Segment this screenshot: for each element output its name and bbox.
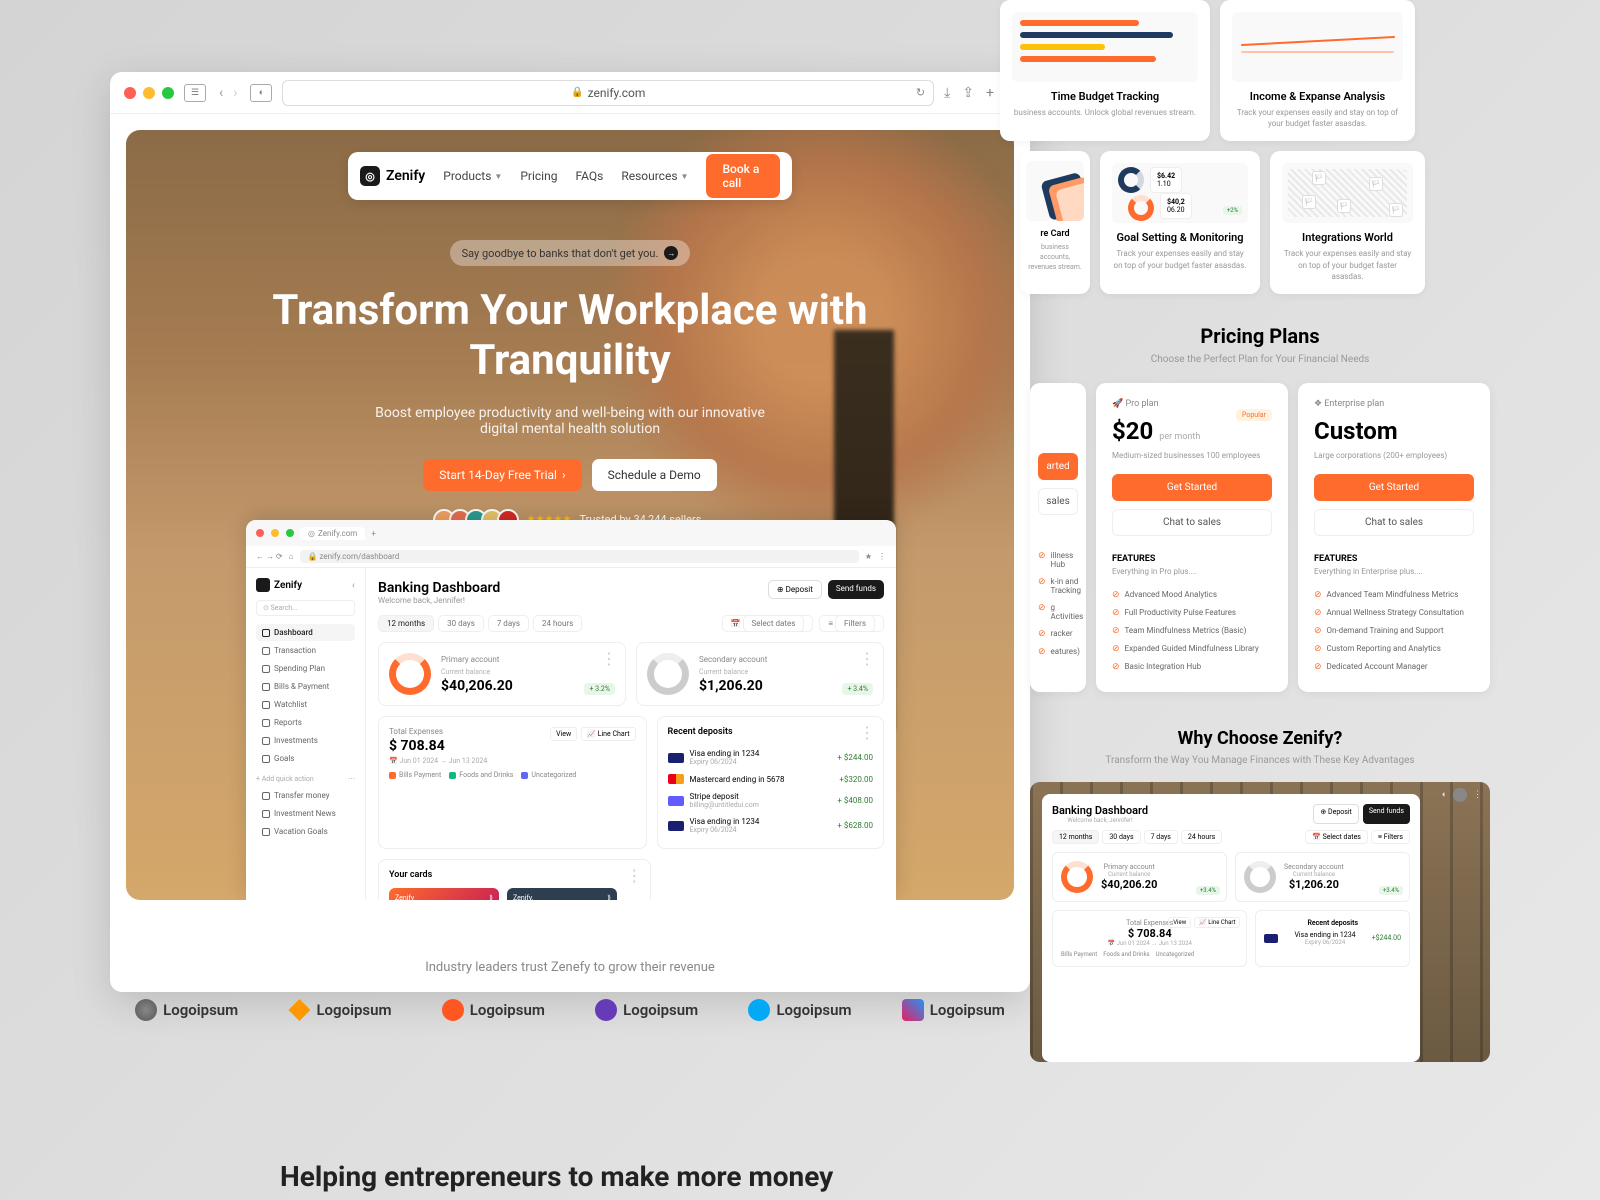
forward-icon: › [230, 85, 240, 101]
nav-faqs[interactable]: FAQs [575, 169, 603, 183]
sidebar-goals[interactable]: Goals [256, 750, 355, 767]
sidebar-bills[interactable]: Bills & Payment [256, 678, 355, 695]
shield-icon[interactable]: ◐ [250, 84, 272, 102]
pricing-title: Pricing Plans [1030, 324, 1490, 348]
browser-tab[interactable]: ◎ Zenify.com [300, 527, 365, 540]
download-icon[interactable]: ⤓ [944, 85, 950, 101]
inner-url[interactable]: 🔒 zenify.com/dashboard [300, 550, 859, 563]
expenses-card: Total Expenses $ 708.84 📅 Jun 01 2024 → … [378, 716, 647, 849]
get-started-button[interactable]: Get Started [1112, 474, 1272, 501]
brand-logo[interactable]: ◎Zenify [360, 166, 425, 186]
chevron-right-icon: › [562, 468, 566, 482]
dashboard-title: Banking Dashboard [378, 580, 500, 596]
partner-logo: Logoipsum [442, 999, 545, 1021]
secondary-account-card: Secondary accountCurrent balance$1,206.2… [636, 642, 884, 706]
quick-vacation[interactable]: Vacation Goals [256, 823, 355, 840]
newtab-icon[interactable]: + [986, 85, 994, 101]
feature-card: Income & Expanse AnalysisTrack your expe… [1220, 0, 1415, 141]
right-column: Time Budget Trackingbusiness accounts. U… [1030, 0, 1490, 1062]
chevron-down-icon: ▼ [494, 172, 502, 181]
logos-section: Industry leaders trust Zenefy to grow th… [110, 960, 1030, 1021]
feature-card: Time Budget Trackingbusiness accounts. U… [1000, 0, 1210, 141]
hero-subtitle: Boost employee productivity and well-bei… [360, 405, 780, 437]
donut-icon [389, 653, 431, 695]
hero-section: ◎Zenify Products▼ Pricing FAQs Resources… [126, 130, 1014, 900]
send-funds-button[interactable]: Send funds [828, 580, 884, 599]
partner-logo: Logoipsum [595, 999, 698, 1021]
url-bar[interactable]: 🔒zenify.com↻ [282, 80, 934, 106]
chat-sales-button[interactable]: Chat to sales [1314, 509, 1474, 536]
quick-transfer[interactable]: Transfer money [256, 787, 355, 804]
sidebar-reports[interactable]: Reports [256, 714, 355, 731]
price-card-pro: 🚀 Pro planPopular $20 per month Medium-s… [1096, 383, 1288, 692]
partner-logo: Logoipsum [748, 999, 851, 1021]
feature-card: re Cardbusiness accounts, revenues strea… [1020, 151, 1090, 294]
feature-card: 🏳️ 🏳️ 🏳️ 🏳️ 🏳️ Integrations WorldTrack y… [1270, 151, 1425, 294]
donut-icon [647, 653, 689, 695]
chat-sales-button[interactable]: Chat to sales [1112, 509, 1272, 536]
share-icon[interactable]: ⇪ [962, 85, 974, 101]
primary-account-card: Primary accountCurrent balance$40,206.20… [378, 642, 626, 706]
nav-resources[interactable]: Resources▼ [621, 169, 688, 183]
pricing-section: Pricing Plans Choose the Perfect Plan fo… [1030, 324, 1490, 692]
reload-icon: ↻ [916, 86, 925, 99]
sidebar-spending[interactable]: Spending Plan [256, 660, 355, 677]
top-nav: ◎Zenify Products▼ Pricing FAQs Resources… [348, 152, 792, 200]
get-started-button[interactable]: Get Started [1314, 474, 1474, 501]
tab-30d[interactable]: 30 days [438, 615, 484, 632]
dashboard-mock: ◎ Zenify.com + ← → ⟳⌂ 🔒 zenify.com/dashb… [246, 520, 896, 900]
safari-window: ☰ ‹› ◐ 🔒zenify.com↻ ⤓ ⇪ + ⧉ ◎Zenify Prod… [110, 72, 1030, 992]
nav-products[interactable]: Products▼ [443, 169, 502, 183]
tab-7d[interactable]: 7 days [488, 615, 529, 632]
feature-card: $6.421.10 $40,206.20 +2% Goal Setting & … [1100, 151, 1260, 294]
nav-arrows[interactable]: ‹› [216, 85, 240, 101]
sidebar-watchlist[interactable]: Watchlist [256, 696, 355, 713]
hero-title: Transform Your Workplace withTranquility [126, 286, 1014, 387]
sidebar: Zenify‹ ⊙ Search... Dashboard Transactio… [246, 568, 366, 900]
deposits-card: ⋮ Recent deposits Visa ending in 1234Exp… [657, 716, 884, 849]
nav-pricing[interactable]: Pricing [520, 169, 557, 183]
start-trial-button[interactable]: Start 14-Day Free Trial› [423, 459, 581, 491]
price-card-partial: arted sales illness Hub k-in and Trackin… [1030, 383, 1086, 692]
sidebar-investments[interactable]: Investments [256, 732, 355, 749]
sidebar-icon[interactable]: ☰ [184, 84, 206, 102]
sidebar-dashboard[interactable]: Dashboard [256, 624, 355, 641]
traffic-lights[interactable] [124, 87, 174, 99]
partner-logo: Logoipsum [902, 999, 1005, 1021]
chevron-down-icon: ▼ [681, 172, 689, 181]
partner-logo: Logoipsum [135, 999, 238, 1021]
search-input[interactable]: ⊙ Search... [256, 600, 355, 616]
quick-news[interactable]: Investment News [256, 805, 355, 822]
price-card-enterprise: ❖ Enterprise plan Custom Large corporati… [1298, 383, 1490, 692]
schedule-demo-button[interactable]: Schedule a Demo [592, 459, 717, 491]
browser-toolbar: ☰ ‹› ◐ 🔒zenify.com↻ ⤓ ⇪ + ⧉ [110, 72, 1030, 114]
why-dashboard-mock: Banking DashboardWelcome back, Jennifer!… [1042, 794, 1420, 1062]
tab-12m[interactable]: 12 months [378, 615, 434, 632]
tagline: Helping entrepreneurs to make more money [280, 1160, 833, 1193]
lock-icon: 🔒 [571, 87, 583, 98]
deposit-button[interactable]: ⊕ Deposit [768, 580, 822, 599]
select-dates[interactable]: 📅 Select dates [722, 615, 814, 632]
filters-button[interactable]: ≡ Filters [819, 615, 884, 632]
book-call-button[interactable]: Book a call [706, 154, 780, 198]
why-section: Why Choose Zenify? Transform the Way You… [1030, 728, 1490, 1062]
hero-pill: Say goodbye to banks that don't get you.… [450, 240, 691, 266]
sidebar-transaction[interactable]: Transaction [256, 642, 355, 659]
back-icon: ‹ [216, 85, 226, 101]
tab-24h[interactable]: 24 hours [533, 615, 582, 632]
arrow-icon: → [664, 246, 678, 260]
cards-card: ⋮ Your cards Zenify⟫ Zenify.⟫ [378, 859, 651, 900]
partner-logo: Logoipsum [288, 999, 391, 1021]
